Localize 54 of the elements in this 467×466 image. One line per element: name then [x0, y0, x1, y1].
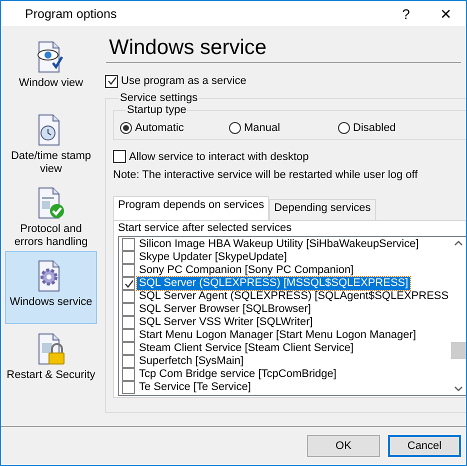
checkbox[interactable]	[122, 238, 135, 251]
service-item[interactable]: SQL Server Browser [SQLBrowser]	[137, 303, 313, 316]
checkbox[interactable]	[122, 342, 135, 355]
service-item[interactable]: Steam Client Service [Steam Client Service]	[137, 342, 356, 355]
group-title: Service settings	[119, 92, 199, 104]
radio-label: Manual	[244, 122, 280, 134]
checkbox[interactable]	[122, 368, 135, 381]
list-caption: Start service after selected services	[118, 222, 293, 234]
checkbox[interactable]	[122, 381, 135, 394]
checkbox[interactable]	[122, 277, 135, 290]
sidebar-item[interactable]: Date/time stamp view	[5, 105, 97, 178]
note-text: Note: The interactive service will be restarted while user log off	[113, 169, 419, 181]
service-item[interactable]: Te Service [Te Service]	[137, 381, 253, 394]
radio-label: Disabled	[353, 122, 396, 134]
help-button[interactable]: ?	[386, 6, 426, 22]
dialog-button[interactable]: Cancel	[388, 435, 461, 457]
close-button[interactable]: ✕	[426, 6, 466, 22]
group-title: Startup type	[126, 104, 188, 116]
service-item[interactable]: Superfetch [SysMain]	[137, 355, 246, 368]
scroll-up-icon[interactable]	[454, 240, 463, 246]
sidebar-item[interactable]: Restart & Security	[5, 324, 97, 397]
checkbox-label: Use program as a service	[121, 75, 246, 87]
service-item[interactable]: Start Menu Logon Manager [Start Menu Logon Manager]	[137, 329, 418, 342]
radio-button[interactable]	[338, 122, 350, 134]
radio-label: Automatic	[135, 122, 184, 134]
tab[interactable]: Depending services	[269, 199, 376, 220]
dialog-button[interactable]: OK	[307, 435, 380, 457]
checkbox[interactable]	[113, 150, 126, 163]
service-item[interactable]: SQL Server Agent (SQLEXPRESS) [SQLAgent$SQLEXPRESS	[137, 290, 451, 303]
checkbox[interactable]	[122, 329, 135, 342]
checkbox-label: Allow service to interact with desktop	[129, 150, 309, 162]
page-title: Windows service	[106, 32, 461, 63]
radio-button[interactable]	[229, 122, 241, 134]
sidebar-item[interactable]: Protocol and errors handling	[5, 178, 97, 251]
checkbox[interactable]	[122, 251, 135, 264]
radio-button[interactable]	[120, 122, 132, 134]
service-item[interactable]: Tcp Com Bridge service [TcpComBridge]	[137, 368, 338, 381]
sidebar-item[interactable]: Windows service	[5, 251, 97, 324]
service-item[interactable]: Skype Updater [SkypeUpdate]	[137, 251, 289, 264]
tab[interactable]: Program depends on services	[113, 196, 270, 220]
checkbox[interactable]	[122, 355, 135, 368]
window-title: Program options	[25, 6, 118, 20]
service-item[interactable]: Silicon Image HBA Wakeup Utility [SiHbaWakeupService]	[137, 238, 421, 251]
checkbox[interactable]	[122, 290, 135, 303]
sidebar-item[interactable]: Window view	[5, 32, 97, 105]
service-item[interactable]: SQL Server VSS Writer [SQLWriter]	[137, 316, 315, 329]
service-item[interactable]: Sony PC Companion [Sony PC Companion]	[137, 264, 356, 277]
service-item[interactable]: SQL Server (SQLEXPRESS) [MSSQL$SQLEXPRESS]	[137, 277, 410, 290]
checkbox[interactable]	[122, 264, 135, 277]
scrollbar-thumb[interactable]	[450, 342, 466, 359]
checkbox[interactable]	[122, 316, 135, 329]
checkbox[interactable]	[105, 74, 118, 88]
checkbox[interactable]	[122, 303, 135, 316]
scroll-down-icon[interactable]	[454, 386, 463, 392]
